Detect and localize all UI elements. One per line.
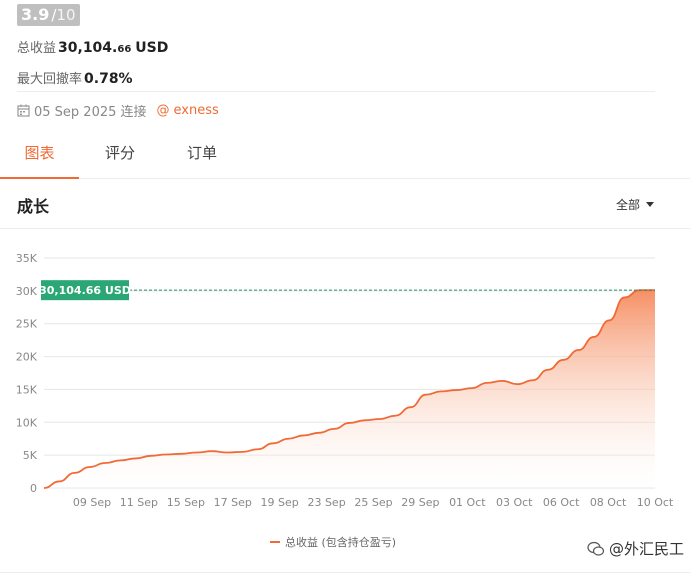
section-divider [0,228,690,229]
x-tick-label: 25 Sep [354,496,392,509]
watermark: @外汇民工 [587,538,684,559]
total-profit-decimals: 66 [117,44,132,55]
growth-chart: 0 5K 10K 15K 20K 25K 30K 35K 09 Sep 11 Sep 15 Sep 1… [0,240,690,515]
total-profit-value: 30,104. [58,40,118,56]
x-tick-label: 29 Sep [401,496,439,509]
watermark-text: @外汇民工 [608,540,684,558]
rating-value: 3.9 [21,5,50,24]
y-tick-label: 20K [16,351,38,364]
max-drawdown-label: 最大回撤率 [17,72,83,87]
total-profit-row: 总收益 30,104. 66 USD [17,37,656,56]
y-tick-label: 15K [16,383,38,396]
total-profit-unit: USD [135,40,169,56]
wechat-logo-icon [587,541,605,556]
max-drawdown-row: 最大回撤率 0.78% [17,68,656,87]
bottom-divider [0,572,690,573]
range-label: 全部 [615,198,640,212]
connection-date: 05 Sep 2025 连接 [34,105,147,120]
total-profit-label: 总收益 [17,41,57,56]
chart-legend[interactable]: 总收益 (包含持仓盈亏) [270,534,396,550]
y-tick-label: 10K [16,416,38,429]
calendar-icon [17,104,30,117]
x-tick-label: 06 Oct [543,496,580,509]
x-tick-label: 10 Oct [637,496,674,509]
x-tick-label: 01 Oct [449,496,486,509]
connection-row: 05 Sep 2025 连接 @ exness [17,101,219,120]
broker-name: exness [173,103,219,118]
y-tick-label: 25K [16,318,38,331]
broker-link[interactable]: @ exness [157,103,219,118]
x-tick-label: 23 Sep [307,496,345,509]
section-title: 成长 [17,197,50,216]
y-tick-label: 35K [16,252,38,265]
legend-swatch [270,541,280,543]
rating-badge: 3.9 / 10 [17,4,80,26]
x-tick-label: 19 Sep [261,496,299,509]
y-tick-label: 0 [30,482,37,495]
y-tick-label: 5K [23,449,38,462]
max-drawdown-value: 0.78% [84,71,133,87]
caret-down-icon [646,202,654,207]
tab-bar: 图表 评分 订单 [0,133,690,179]
growth-chart-svg: 0 5K 10K 15K 20K 25K 30K 35K 09 Sep 11 Sep 15 Sep 1… [16,252,674,509]
x-tick-label: 08 Oct [590,496,627,509]
range-dropdown[interactable]: 全部 [616,196,654,213]
y-tick-label: 30K [16,285,38,298]
x-tick-label: 09 Sep [73,496,111,509]
x-tick-label: 03 Oct [496,496,533,509]
at-icon: @ [156,103,170,118]
summary-divider [17,91,655,92]
current-value-label: 30,104.66 USD [39,284,131,297]
rating-max: 10 [56,6,76,24]
x-tick-label: 17 Sep [214,496,252,509]
tab-chart[interactable]: 图表 [0,133,79,179]
x-tick-label: 15 Sep [167,496,205,509]
tab-orders[interactable]: 订单 [174,133,230,177]
account-summary: 3.9 / 10 总收益 30,104. 66 USD 最大回撤率 0.78% [17,4,656,87]
x-tick-label: 11 Sep [120,496,158,509]
tab-rating[interactable]: 评分 [92,133,148,177]
legend-label: 总收益 (包含持仓盈亏) [285,536,397,549]
